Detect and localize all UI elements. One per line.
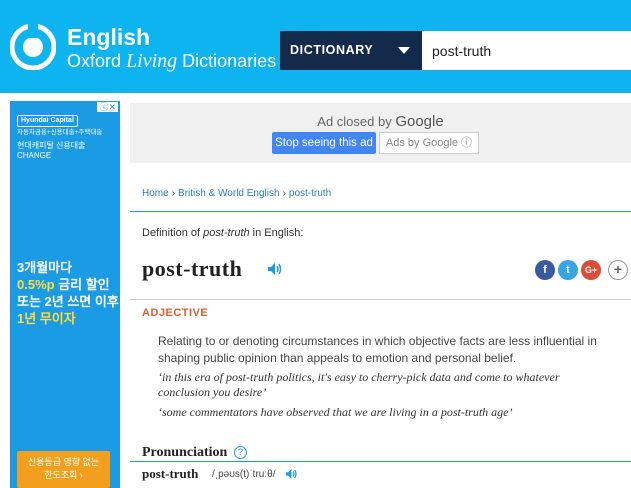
dictionary-select[interactable]: DICTIONARY	[280, 31, 422, 70]
entry-content: Home › British & World English › post-truth …	[130, 170, 631, 488]
ad-headline: 3개월마다 0.5%p 금리 할인 또는 2년 쓰면 이후 1년 무이자	[17, 260, 119, 326]
ad-product: 현대캐피탈 신용대출 CHANGE	[17, 141, 86, 160]
pronunciation-heading: Pronunciation	[142, 445, 228, 460]
divider	[130, 299, 631, 300]
brand-line2: Oxford Living Dictionaries	[67, 50, 277, 72]
brand-line1: English	[67, 24, 151, 50]
more-share-icon[interactable]: +	[608, 260, 628, 280]
ad-cta-button[interactable]: 신용등급 영향 없는 한도조회 ›	[17, 451, 110, 488]
part-of-speech: ADJECTIVE	[142, 307, 209, 319]
google-plus-share-icon[interactable]: G+	[581, 260, 601, 280]
breadcrumb-current[interactable]: post-truth	[289, 188, 331, 199]
divider	[130, 211, 631, 212]
search-input[interactable]	[422, 31, 631, 70]
dictionary-select-label: DICTIONARY	[290, 43, 374, 57]
example-sentence: ‘some commentators have observed that we…	[158, 405, 513, 419]
left-advertisement[interactable]: ⓘ✕ Hyundai Capital 자동차금융+신용대출+주택대출 현대캐피탈…	[10, 101, 120, 488]
site-header: English Oxford Living Dictionaries DICTI…	[0, 0, 631, 93]
pronunciation-word: post-truth	[142, 466, 199, 481]
breadcrumb-home[interactable]: Home	[142, 188, 169, 199]
ad-choices-icon[interactable]: ⓘ✕	[97, 102, 118, 112]
help-icon[interactable]: ?	[234, 446, 247, 459]
ad-subtext: 자동차금융+신용대출+주택대출	[17, 129, 103, 136]
breadcrumb-british-world-english[interactable]: British & World English	[178, 188, 280, 199]
ads-by-google-button[interactable]: Ads by Google ⓘ	[379, 132, 479, 154]
oxford-logo-icon[interactable]	[10, 24, 56, 70]
breadcrumb: Home › British & World English › post-truth	[142, 188, 332, 199]
stop-seeing-ad-button[interactable]: Stop seeing this ad	[272, 132, 376, 154]
chevron-down-icon	[398, 47, 410, 54]
pronunciation-ipa: /ˌpəʊs(t)ˈtruːθ/	[212, 469, 276, 480]
sense-definition: Relating to or denoting circumstances in…	[158, 334, 597, 365]
example-sentence: ‘in this era of post-truth politics, it'…	[158, 370, 560, 399]
speaker-icon[interactable]	[285, 468, 298, 480]
ad-closed-panel: Ad closed by Google Stop seeing this ad …	[130, 103, 631, 163]
ad-closed-text: Ad closed by Google	[317, 113, 444, 130]
divider	[130, 461, 631, 462]
facebook-share-icon[interactable]: f	[535, 260, 555, 280]
definition-of-label: Definition of post-truth in English:	[142, 227, 304, 239]
brand-title[interactable]: English Oxford Living Dictionaries	[67, 24, 277, 73]
twitter-share-icon[interactable]: t	[558, 260, 578, 280]
ad-brand: Hyundai Capital	[17, 115, 78, 127]
speaker-icon[interactable]	[267, 262, 283, 276]
headword: post-truth	[142, 256, 243, 281]
search-box[interactable]	[422, 31, 631, 70]
